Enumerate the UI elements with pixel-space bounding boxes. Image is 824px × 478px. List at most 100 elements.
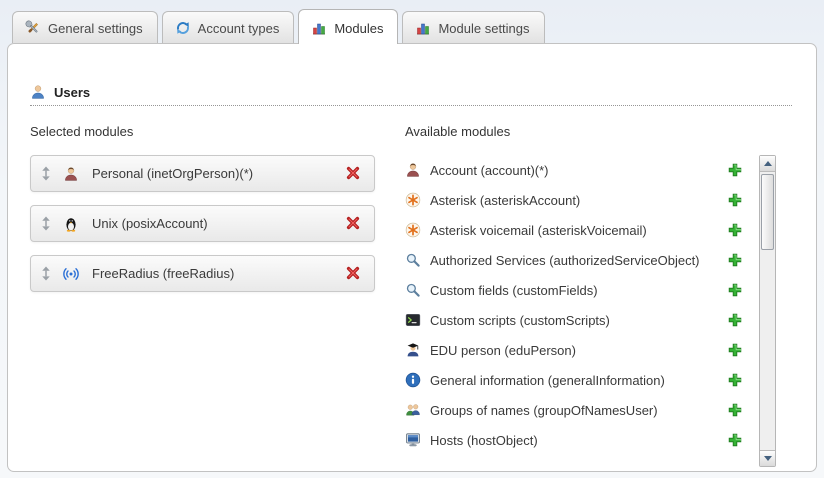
- add-icon: [727, 342, 743, 358]
- available-module-row: Hosts (hostObject): [405, 425, 752, 455]
- tab-module-settings[interactable]: Module settings: [402, 11, 544, 43]
- host-icon: [405, 432, 421, 448]
- add-module-button[interactable]: [727, 342, 744, 359]
- remove-module-button[interactable]: [345, 165, 362, 182]
- scroll-up-button[interactable]: [760, 156, 775, 172]
- drag-handle-icon[interactable]: [41, 166, 51, 181]
- module-label: Hosts (hostObject): [430, 433, 718, 448]
- tab-general-settings[interactable]: General settings: [12, 11, 158, 43]
- section-title: Users: [54, 85, 90, 100]
- add-icon: [727, 432, 743, 448]
- add-module-button[interactable]: [727, 192, 744, 209]
- modules-columns: Selected modules Personal (inetOrgPerson…: [8, 106, 816, 467]
- module-label: Asterisk (asteriskAccount): [430, 193, 718, 208]
- arrow-up-icon: [764, 161, 772, 166]
- tab-label: Module settings: [438, 21, 529, 36]
- module-label: Groups of names (groupOfNamesUser): [430, 403, 718, 418]
- info-icon: [405, 372, 421, 388]
- module-label: Authorized Services (authorizedServiceOb…: [430, 253, 718, 268]
- add-icon: [727, 222, 743, 238]
- arrow-down-icon: [764, 456, 772, 461]
- scrollbar[interactable]: [759, 155, 776, 467]
- asterisk-icon: [405, 222, 421, 238]
- scroll-down-button[interactable]: [760, 450, 775, 466]
- add-module-button[interactable]: [727, 252, 744, 269]
- add-icon: [727, 192, 743, 208]
- scrollbar-thumb[interactable]: [761, 174, 774, 250]
- module-label: General information (generalInformation): [430, 373, 718, 388]
- terminal-icon: [405, 312, 421, 328]
- selected-module-row[interactable]: Unix (posixAccount): [30, 205, 375, 242]
- tab-modules[interactable]: Modules: [298, 9, 398, 44]
- group-icon: [405, 402, 421, 418]
- delete-icon: [345, 165, 361, 181]
- selected-module-row[interactable]: Personal (inetOrgPerson)(*): [30, 155, 375, 192]
- add-module-button[interactable]: [727, 372, 744, 389]
- module-label: Personal (inetOrgPerson)(*): [92, 166, 345, 181]
- lam-configuration-page: General settings Account types Modules M…: [0, 0, 824, 472]
- add-icon: [727, 252, 743, 268]
- available-modules-list: Account (account)(*) Asterisk (asteriskA…: [405, 155, 752, 455]
- module-label: Account (account)(*): [430, 163, 718, 178]
- person-icon: [405, 162, 421, 178]
- chart-icon: [311, 20, 327, 36]
- add-icon: [727, 402, 743, 418]
- search-icon: [405, 282, 421, 298]
- available-module-row: Custom fields (customFields): [405, 275, 752, 305]
- selected-modules-list: Personal (inetOrgPerson)(*) Unix (posixA…: [30, 155, 405, 292]
- penguin-icon: [63, 216, 79, 232]
- selected-module-row[interactable]: FreeRadius (freeRadius): [30, 255, 375, 292]
- drag-handle-icon[interactable]: [41, 266, 51, 281]
- selected-modules-column: Selected modules Personal (inetOrgPerson…: [30, 124, 405, 467]
- add-module-button[interactable]: [727, 162, 744, 179]
- sync-icon: [175, 20, 191, 36]
- modules-panel: Users Selected modules Personal (inetOrg…: [7, 43, 817, 472]
- antenna-icon: [63, 266, 79, 282]
- available-modules-wrap: Account (account)(*) Asterisk (asteriskA…: [405, 155, 776, 467]
- module-label: Unix (posixAccount): [92, 216, 345, 231]
- chart-icon: [415, 20, 431, 36]
- tab-label: General settings: [48, 21, 143, 36]
- module-label: Asterisk voicemail (asteriskVoicemail): [430, 223, 718, 238]
- tab-account-types[interactable]: Account types: [162, 11, 295, 43]
- drag-handle-icon[interactable]: [41, 216, 51, 231]
- asterisk-icon: [405, 192, 421, 208]
- available-module-row: General information (generalInformation): [405, 365, 752, 395]
- add-module-button[interactable]: [727, 222, 744, 239]
- available-module-row: Asterisk (asteriskAccount): [405, 185, 752, 215]
- add-module-button[interactable]: [727, 282, 744, 299]
- available-module-row: Account (account)(*): [405, 155, 752, 185]
- add-icon: [727, 312, 743, 328]
- tab-bar: General settings Account types Modules M…: [0, 0, 824, 43]
- available-module-row: Asterisk voicemail (asteriskVoicemail): [405, 215, 752, 245]
- scrollbar-track[interactable]: [760, 172, 775, 450]
- add-icon: [727, 282, 743, 298]
- tools-icon: [25, 20, 41, 36]
- add-module-button[interactable]: [727, 312, 744, 329]
- available-module-row: Groups of names (groupOfNamesUser): [405, 395, 752, 425]
- module-label: Custom fields (customFields): [430, 283, 718, 298]
- available-modules-heading: Available modules: [405, 124, 776, 139]
- users-section-heading: Users: [8, 44, 816, 100]
- person-icon: [63, 166, 79, 182]
- add-icon: [727, 372, 743, 388]
- remove-module-button[interactable]: [345, 215, 362, 232]
- search-icon: [405, 252, 421, 268]
- module-label: Custom scripts (customScripts): [430, 313, 718, 328]
- available-modules-column: Available modules Account (account)(*): [405, 124, 816, 467]
- remove-module-button[interactable]: [345, 265, 362, 282]
- available-module-row: EDU person (eduPerson): [405, 335, 752, 365]
- delete-icon: [345, 265, 361, 281]
- available-module-row: Custom scripts (customScripts): [405, 305, 752, 335]
- tab-label: Modules: [334, 21, 383, 36]
- add-module-button[interactable]: [727, 402, 744, 419]
- module-label: EDU person (eduPerson): [430, 343, 718, 358]
- module-label: FreeRadius (freeRadius): [92, 266, 345, 281]
- available-module-row: Authorized Services (authorizedServiceOb…: [405, 245, 752, 275]
- tab-label: Account types: [198, 21, 280, 36]
- add-module-button[interactable]: [727, 432, 744, 449]
- user-blue-icon: [30, 84, 46, 100]
- delete-icon: [345, 215, 361, 231]
- selected-modules-heading: Selected modules: [30, 124, 405, 139]
- add-icon: [727, 162, 743, 178]
